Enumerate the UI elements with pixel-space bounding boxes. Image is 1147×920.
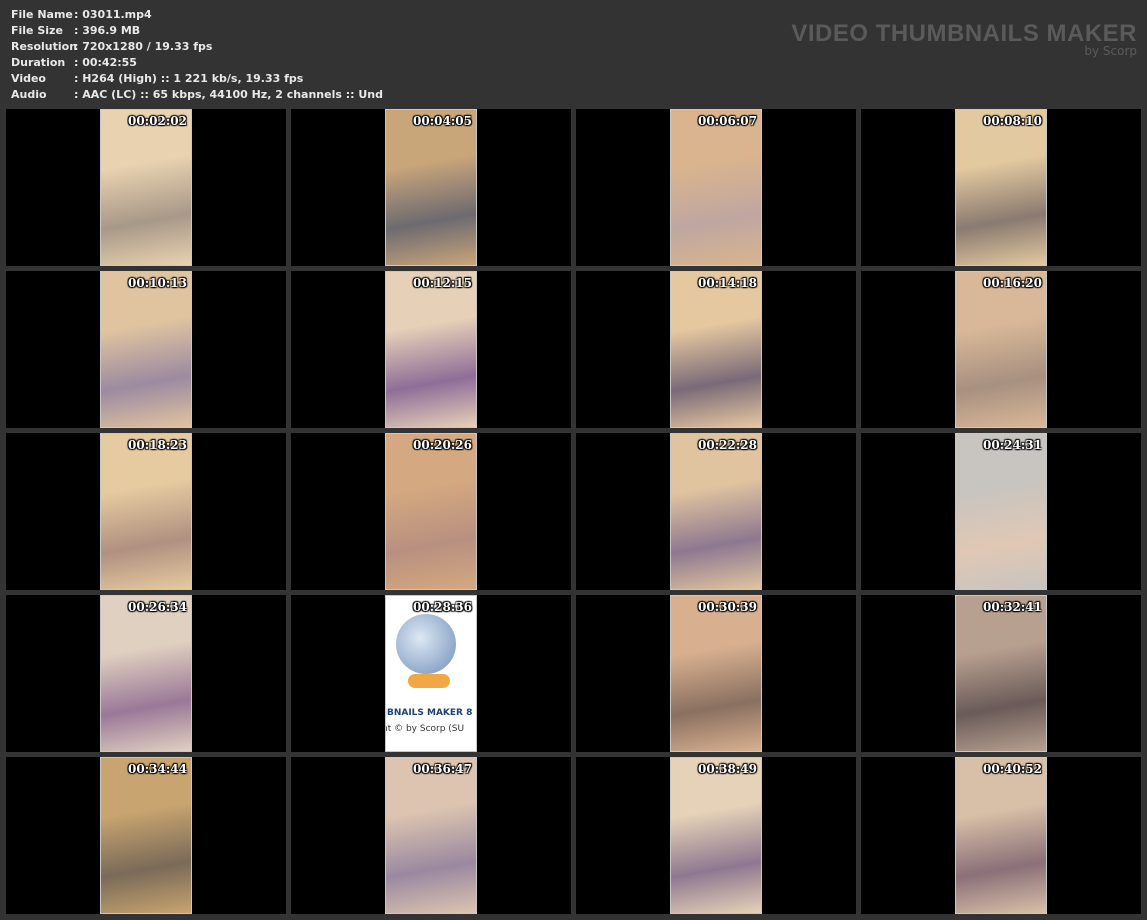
thumbnail-cell: 00:36:47 — [291, 757, 571, 914]
info-row: Resolution: 720x1280 / 19.33 fps — [11, 39, 383, 55]
thumbnail-cell: 00:32:41 — [861, 595, 1141, 752]
thumbnail-cell: 00:22:28 — [576, 433, 856, 590]
timestamp: 00:34:44 — [128, 762, 187, 776]
thumbnail-cell: 00:16:20 — [861, 271, 1141, 428]
info-row: Duration : 00:42:55 — [11, 55, 383, 71]
video-frame: 00:34:44 — [100, 757, 192, 914]
thumbnail-cell: MBNAILS MAKER 8 nt © by Scorp (SU 00:28:36 — [291, 595, 571, 752]
timestamp: 00:18:23 — [128, 438, 187, 452]
video-frame: 00:38:49 — [670, 757, 762, 914]
video-frame: 00:20:26 — [385, 433, 477, 590]
thumbnail-cell: 00:24:31 — [861, 433, 1141, 590]
info-label: File Size — [11, 24, 63, 37]
timestamp: 00:40:52 — [983, 762, 1042, 776]
info-value: : 00:42:55 — [74, 56, 137, 69]
info-value: : 03011.mp4 — [74, 8, 152, 21]
info-value: : 720x1280 / 19.33 fps — [74, 40, 213, 53]
timestamp: 00:10:13 — [128, 276, 187, 290]
info-label: Audio — [11, 88, 47, 101]
video-frame: 00:22:28 — [670, 433, 762, 590]
video-frame: 00:10:13 — [100, 271, 192, 428]
timestamp: 00:12:15 — [413, 276, 472, 290]
video-frame: 00:36:47 — [385, 757, 477, 914]
timestamp: 00:22:28 — [698, 438, 757, 452]
thumbnail-cell: 00:38:49 — [576, 757, 856, 914]
info-row: Video : H264 (High) :: 1 221 kb/s, 19.33 … — [11, 71, 383, 87]
timestamp: 00:04:05 — [413, 114, 472, 128]
timestamp: 00:38:49 — [698, 762, 757, 776]
thumbnail-cell: 00:40:52 — [861, 757, 1141, 914]
brand-watermark: VIDEO THUMBNAILS MAKER by Scorp — [791, 20, 1137, 58]
info-label: File Name — [11, 8, 73, 21]
video-frame: 00:18:23 — [100, 433, 192, 590]
timestamp: 00:20:26 — [413, 438, 472, 452]
timestamp: 00:02:02 — [128, 114, 187, 128]
video-frame: 00:08:10 — [955, 109, 1047, 266]
video-frame: 00:14:18 — [670, 271, 762, 428]
timestamp: 00:26:34 — [128, 600, 187, 614]
video-frame: 00:04:05 — [385, 109, 477, 266]
video-frame: 00:12:15 — [385, 271, 477, 428]
timestamp: 00:28:36 — [413, 600, 472, 614]
logo-frame: MBNAILS MAKER 8 nt © by Scorp (SU 00:28:36 — [385, 595, 477, 752]
thumbnail-grid: 00:02:02 00:04:05 00:06:07 00:08:10 00:10:13… — [6, 109, 1141, 914]
file-info: File Name: 03011.mp4 File Size: 396.9 MB R… — [11, 7, 383, 103]
info-row: File Size : 396.9 MB — [11, 23, 383, 39]
thumbnail-cell: 00:10:13 — [6, 271, 286, 428]
timestamp: 00:14:18 — [698, 276, 757, 290]
logo-copyright: nt © by Scorp (SU — [385, 724, 465, 734]
video-frame: 00:40:52 — [955, 757, 1047, 914]
thumbnail-cell: 00:06:07 — [576, 109, 856, 266]
thumbnail-cell: 00:18:23 — [6, 433, 286, 590]
thumbnail-cell: 00:12:15 — [291, 271, 571, 428]
info-row: File Name: 03011.mp4 — [11, 7, 383, 23]
timestamp: 00:36:47 — [413, 762, 472, 776]
video-frame: 00:32:41 — [955, 595, 1047, 752]
thumbnail-cell: 00:14:18 — [576, 271, 856, 428]
info-label: Duration — [11, 56, 66, 69]
video-frame: 00:24:31 — [955, 433, 1047, 590]
timestamp: 00:08:10 — [983, 114, 1042, 128]
info-value: : 396.9 MB — [74, 24, 141, 37]
owl-icon — [396, 614, 456, 674]
timestamp: 00:30:39 — [698, 600, 757, 614]
video-frame: 00:06:07 — [670, 109, 762, 266]
info-value: : H264 (High) :: 1 221 kb/s, 19.33 fps — [74, 72, 304, 85]
timestamp: 00:24:31 — [983, 438, 1042, 452]
thumbnail-cell: 00:30:39 — [576, 595, 856, 752]
info-value: : AAC (LC) :: 65 kbps, 44100 Hz, 2 chann… — [74, 88, 384, 101]
info-label: Video — [11, 72, 46, 85]
thumbnail-cell: 00:02:02 — [6, 109, 286, 266]
info-row: Audio : AAC (LC) :: 65 kbps, 44100 Hz, 2 … — [11, 87, 383, 103]
logo-text: MBNAILS MAKER 8 — [385, 708, 473, 718]
thumbnail-cell: 00:04:05 — [291, 109, 571, 266]
timestamp: 00:16:20 — [983, 276, 1042, 290]
video-frame: 00:16:20 — [955, 271, 1047, 428]
timestamp: 00:06:07 — [698, 114, 757, 128]
scroll-icon — [408, 674, 450, 688]
thumbnail-cell: 00:20:26 — [291, 433, 571, 590]
thumbnail-cell: 00:34:44 — [6, 757, 286, 914]
thumbnail-cell: 00:26:34 — [6, 595, 286, 752]
thumbnail-cell: 00:08:10 — [861, 109, 1141, 266]
video-frame: 00:26:34 — [100, 595, 192, 752]
video-frame: 00:02:02 — [100, 109, 192, 266]
video-frame: 00:30:39 — [670, 595, 762, 752]
info-label: Resolution — [11, 40, 78, 53]
timestamp: 00:32:41 — [983, 600, 1042, 614]
